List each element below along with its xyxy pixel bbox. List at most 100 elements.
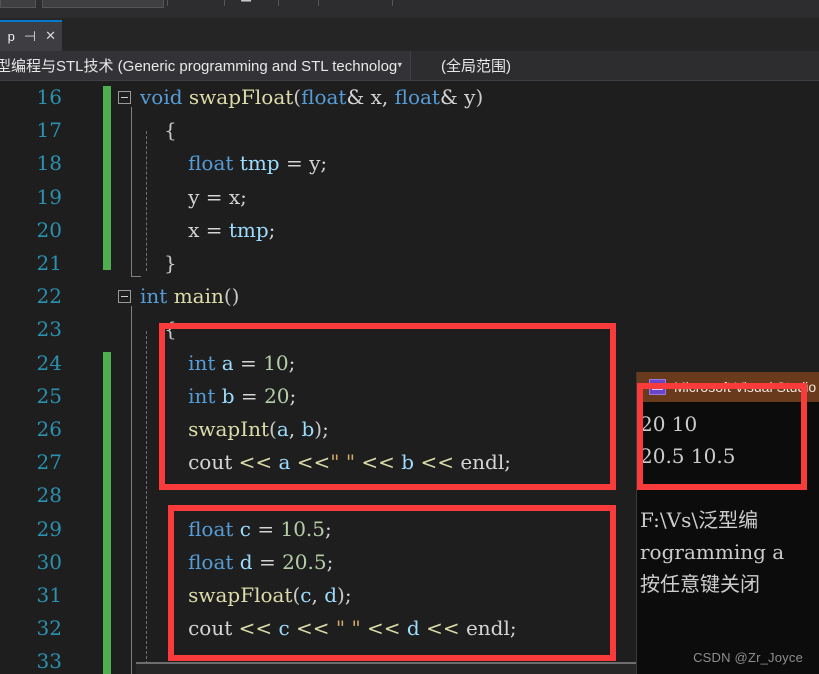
code-text[interactable]: int b = 20; bbox=[188, 380, 296, 413]
code-line[interactable]: 19 y = x; bbox=[0, 181, 819, 214]
pencil-icon[interactable]: ✎ bbox=[176, 0, 187, 4]
code-line[interactable]: 22 int main() bbox=[0, 280, 819, 313]
code-text[interactable]: { bbox=[164, 313, 177, 346]
code-line[interactable]: 23 { bbox=[0, 313, 819, 346]
code-token: = bbox=[279, 151, 310, 176]
step-over-icon[interactable]: ▬ bbox=[330, 0, 342, 4]
line-number: 27 bbox=[36, 450, 62, 475]
code-token: << bbox=[419, 616, 466, 641]
code-text[interactable]: float d = 20.5; bbox=[188, 546, 333, 579]
code-token: void bbox=[140, 85, 183, 109]
chevron-down-icon[interactable]: ▾ bbox=[397, 61, 402, 70]
code-token: << bbox=[232, 450, 279, 475]
pin-icon[interactable]: ⊣ bbox=[24, 30, 36, 44]
code-token: << bbox=[355, 450, 402, 475]
code-text[interactable]: } bbox=[164, 247, 177, 280]
tab-active-document[interactable]: p ⊣ ✕ bbox=[0, 20, 62, 51]
code-text[interactable]: x = tmp; bbox=[188, 214, 275, 247]
code-text[interactable]: cout << a <<" " << b << endl; bbox=[188, 446, 511, 479]
code-token: ( bbox=[293, 85, 302, 109]
code-token: b bbox=[301, 417, 315, 441]
expand-caret-icon[interactable]: ▾ bbox=[516, 0, 523, 4]
code-token: tmp bbox=[239, 151, 280, 176]
code-token: 10.5 bbox=[280, 516, 325, 541]
toolbar-separator bbox=[392, 0, 393, 6]
code-text[interactable]: int a = 10; bbox=[188, 347, 295, 380]
line-number: 17 bbox=[36, 118, 62, 143]
code-token: y bbox=[309, 151, 321, 176]
code-text[interactable]: swapFloat(c, d); bbox=[188, 579, 352, 612]
toolbar: ✎ ▾ ■ ▪ ▬ ▬ ✦ ✦ ✦ ✦ ▾ bbox=[0, 0, 819, 18]
visual-studio-icon bbox=[649, 379, 666, 395]
code-token: d bbox=[324, 583, 338, 607]
code-text[interactable]: int main() bbox=[140, 280, 239, 313]
console-window[interactable]: Microsoft Visual Studio 20 10 20.5 10.5 F… bbox=[637, 372, 819, 674]
code-token: float bbox=[188, 549, 234, 574]
code-text[interactable]: { bbox=[164, 114, 177, 147]
code-token: int bbox=[140, 284, 168, 309]
code-line[interactable]: 17 { bbox=[0, 114, 819, 147]
code-line[interactable]: 21} bbox=[0, 247, 819, 280]
line-number: 22 bbox=[36, 284, 62, 309]
code-token: << bbox=[360, 616, 407, 641]
code-token: } bbox=[164, 251, 177, 275]
console-title: Microsoft Visual Studio bbox=[674, 379, 817, 395]
code-token: y bbox=[457, 85, 476, 109]
code-token: ; bbox=[504, 450, 512, 475]
bookmark-icon[interactable]: ✦ bbox=[404, 0, 415, 4]
navigation-bar: 型编程与STL技术 (Generic programming and STL t… bbox=[0, 51, 819, 81]
code-line[interactable]: 18 float tmp = y; bbox=[0, 147, 819, 180]
code-token: () bbox=[223, 284, 240, 309]
toolbar-combo-platform[interactable] bbox=[42, 0, 164, 8]
code-line[interactable]: 16 void swapFloat(float& x, float& y) bbox=[0, 81, 819, 114]
line-number: 21 bbox=[36, 251, 62, 275]
dropdown-caret-icon[interactable]: ▾ bbox=[196, 0, 203, 4]
code-token: d bbox=[406, 616, 420, 641]
code-token: endl bbox=[465, 616, 510, 641]
code-token: = bbox=[252, 549, 283, 574]
code-token: ; bbox=[325, 516, 332, 541]
tab-strip: p ⊣ ✕ bbox=[0, 18, 819, 51]
console-title-bar[interactable]: Microsoft Visual Studio bbox=[637, 372, 819, 402]
code-text[interactable]: cout << c << " " << d << endl; bbox=[188, 612, 517, 645]
line-number: 18 bbox=[36, 151, 62, 176]
bookmark-next-icon[interactable]: ✦ bbox=[432, 0, 443, 4]
code-token: c bbox=[300, 583, 312, 607]
code-text[interactable]: y = x; bbox=[188, 181, 247, 214]
code-token: swapFloat bbox=[188, 583, 293, 607]
line-number: 30 bbox=[36, 549, 62, 574]
project-scope-dropdown[interactable]: 型编程与STL技术 (Generic programming and STL t… bbox=[0, 51, 411, 80]
code-token: 20 bbox=[264, 383, 290, 408]
code-text[interactable]: swapInt(a, b); bbox=[188, 413, 329, 446]
member-scope-dropdown[interactable]: (全局范围) bbox=[411, 51, 819, 80]
code-token: float bbox=[394, 85, 440, 109]
bookmark-clear-icon[interactable]: ✦ bbox=[488, 0, 499, 4]
code-token: swapFloat bbox=[188, 85, 294, 109]
line-number: 33 bbox=[36, 649, 62, 674]
step-into-icon[interactable]: ▪ bbox=[290, 0, 299, 4]
code-text[interactable]: float tmp = y; bbox=[188, 147, 327, 180]
code-text[interactable]: float c = 10.5; bbox=[188, 513, 332, 546]
code-token: << bbox=[414, 450, 461, 475]
code-text[interactable]: void swapFloat(float& x, float& y) bbox=[140, 81, 483, 114]
code-token: x, bbox=[364, 85, 395, 109]
code-token: d bbox=[239, 549, 253, 574]
code-token: ; bbox=[320, 151, 328, 176]
stop-icon[interactable]: ■ bbox=[240, 0, 252, 4]
code-token: ; bbox=[344, 583, 352, 607]
toolbar-separator bbox=[224, 0, 225, 6]
code-line[interactable]: 20 x = tmp; bbox=[0, 214, 819, 247]
bookmark-prev-icon[interactable]: ✦ bbox=[460, 0, 471, 4]
toolbar-combo-config[interactable] bbox=[0, 0, 36, 8]
close-icon[interactable]: ✕ bbox=[45, 29, 56, 44]
member-scope-label: (全局范围) bbox=[441, 58, 511, 75]
code-token: x = bbox=[188, 217, 229, 242]
code-token: y = x; bbox=[188, 184, 247, 209]
step-out-icon[interactable]: ▬ bbox=[362, 0, 374, 4]
code-token: tmp bbox=[228, 217, 269, 242]
visual-studio-window: ✎ ▾ ■ ▪ ▬ ▬ ✦ ✦ ✦ ✦ ▾ p ⊣ ✕ 型编程与STL技术 (G… bbox=[0, 0, 819, 674]
line-number: 32 bbox=[36, 616, 62, 641]
code-token: float bbox=[301, 85, 347, 109]
code-token: = bbox=[250, 516, 281, 541]
code-token: ; bbox=[326, 549, 334, 574]
